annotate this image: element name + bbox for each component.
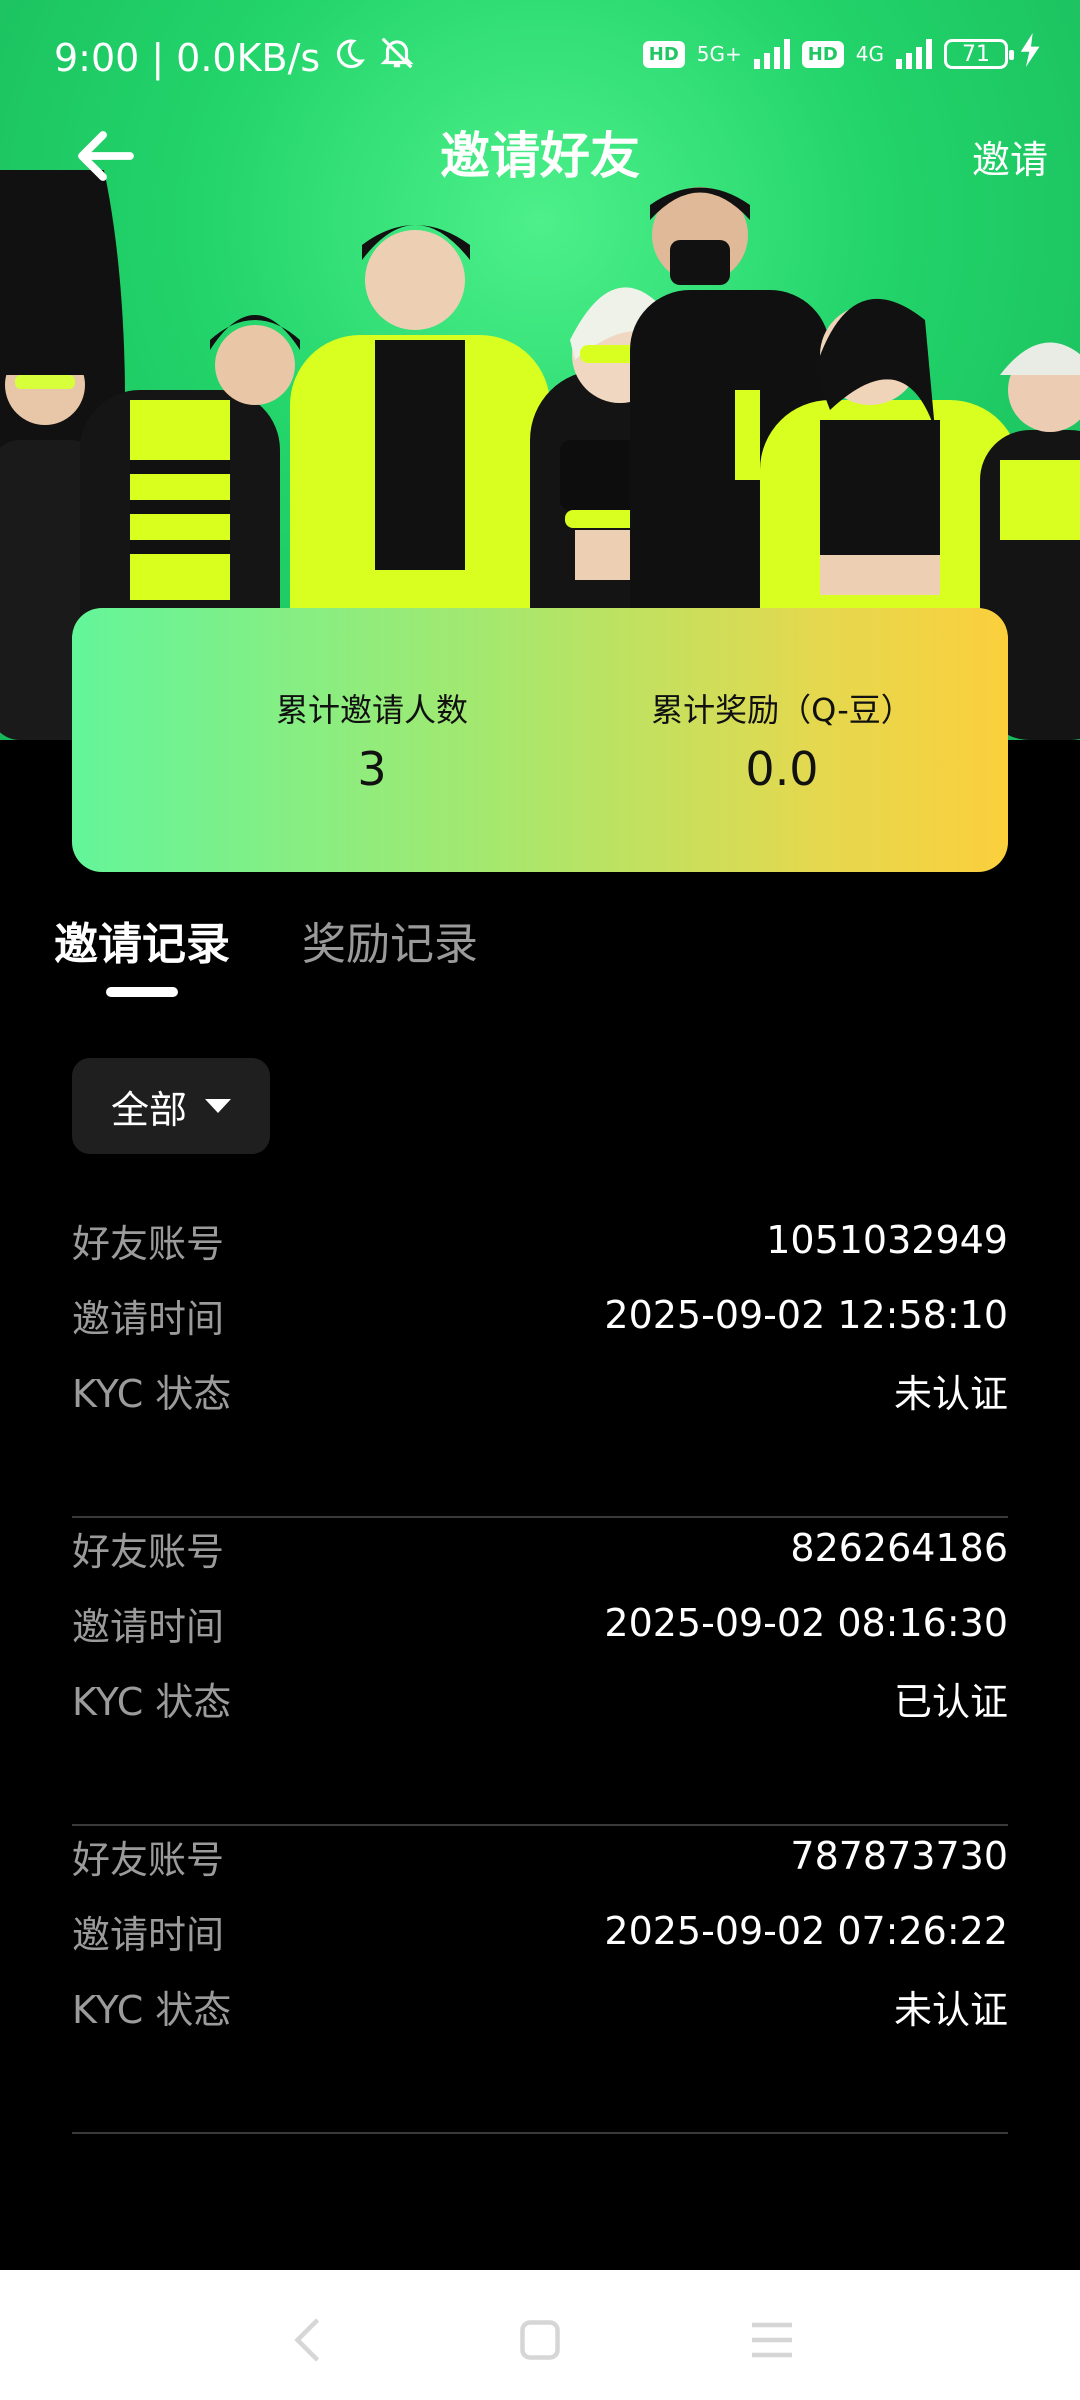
record-time-row: 邀请时间 2025-09-02 08:16:30 (72, 1593, 1008, 1653)
filter-dropdown[interactable]: 全部 (72, 1058, 270, 1154)
caret-down-icon (205, 1099, 231, 1113)
reward-value: 0.0 (745, 742, 819, 796)
account-value: 826264186 (790, 1526, 1008, 1570)
moon-icon (332, 36, 366, 80)
status-left: 9:00 | 0.0KB/s (54, 34, 416, 81)
tab-reward-records[interactable]: 奖励记录 (302, 905, 478, 985)
status-bar: 9:00 | 0.0KB/s HD 5G+ HD 4G 71 (0, 0, 1080, 110)
kyc-label: KYC 状态 (72, 1679, 232, 1724)
nav-home-button[interactable] (510, 2310, 570, 2370)
account-label: 好友账号 (72, 1529, 225, 1574)
nav-back-button[interactable] (280, 2310, 340, 2370)
account-label: 好友账号 (72, 1221, 225, 1266)
record-time-row: 邀请时间 2025-09-02 07:26:22 (72, 1901, 1008, 1961)
kyc-value: 未认证 (893, 1371, 1008, 1416)
title-bar: 邀请好友 邀请 (0, 110, 1080, 210)
invited-count-label: 累计邀请人数 (275, 691, 468, 729)
network-type-4g: 4G (855, 42, 884, 66)
time-value: 2025-09-02 07:26:22 (604, 1909, 1008, 1953)
signal-bars-icon-2 (896, 39, 932, 69)
record-item: 好友账号 787873730 邀请时间 2025-09-02 07:26:22 … (72, 1826, 1008, 2134)
signal-bars-icon (753, 39, 790, 69)
system-navigation-bar (0, 2270, 1080, 2400)
chevron-left-icon (294, 2318, 320, 2362)
bell-off-icon (378, 34, 416, 81)
invited-count-value: 3 (357, 742, 387, 796)
kyc-label: KYC 状态 (72, 1987, 232, 2032)
invited-count-stat: 累计邀请人数 3 (222, 688, 522, 796)
tab-invite-records[interactable]: 邀请记录 (54, 905, 230, 985)
active-tab-indicator (106, 987, 178, 997)
tab-bar: 邀请记录 奖励记录 (0, 905, 1080, 1005)
invite-button[interactable]: 邀请 (972, 124, 1048, 196)
reward-label: 累计奖励（Q-豆） (651, 691, 913, 729)
stats-card: 累计邀请人数 3 累计奖励（Q-豆） 0.0 (72, 608, 1008, 872)
record-kyc-row: KYC 状态 未认证 (72, 1360, 1008, 1420)
record-kyc-row: KYC 状态 已认证 (72, 1668, 1008, 1728)
menu-lines-icon (752, 2322, 792, 2358)
account-value: 1051032949 (766, 1218, 1008, 1262)
time-label: 邀请时间 (72, 1604, 225, 1649)
time-value: 2025-09-02 08:16:30 (604, 1601, 1008, 1645)
page-title: 邀请好友 (440, 127, 640, 185)
status-time: 9:00 (54, 35, 140, 80)
network-type-5g: 5G+ (696, 42, 742, 66)
record-account-row: 好友账号 787873730 (72, 1826, 1008, 1886)
kyc-label: KYC 状态 (72, 1371, 232, 1416)
kyc-value: 未认证 (893, 1987, 1008, 2032)
kyc-value: 已认证 (893, 1679, 1008, 1724)
account-label: 好友账号 (72, 1837, 225, 1882)
time-value: 2025-09-02 12:58:10 (604, 1293, 1008, 1337)
reward-stat: 累计奖励（Q-豆） 0.0 (612, 688, 952, 796)
record-item: 好友账号 1051032949 邀请时间 2025-09-02 12:58:10… (72, 1210, 1008, 1518)
invite-records-list: 好友账号 1051032949 邀请时间 2025-09-02 12:58:10… (72, 1210, 1008, 2134)
filter-selected-label: 全部 (110, 1087, 187, 1132)
status-divider: | (151, 35, 165, 80)
record-item: 好友账号 826264186 邀请时间 2025-09-02 08:16:30 … (72, 1518, 1008, 1826)
record-time-row: 邀请时间 2025-09-02 12:58:10 (72, 1285, 1008, 1345)
charging-icon (1020, 32, 1042, 76)
record-account-row: 好友账号 1051032949 (72, 1210, 1008, 1270)
network-speed: 0.0KB/s (176, 35, 321, 80)
time-label: 邀请时间 (72, 1296, 225, 1341)
record-account-row: 好友账号 826264186 (72, 1518, 1008, 1578)
record-kyc-row: KYC 状态 未认证 (72, 1976, 1008, 2036)
nav-menu-button[interactable] (742, 2310, 802, 2370)
hd-badge: HD (642, 40, 685, 68)
battery-icon: 71 (944, 39, 1014, 69)
hd-badge-2: HD (801, 40, 844, 68)
account-value: 787873730 (790, 1834, 1008, 1878)
status-right: HD 5G+ HD 4G 71 (642, 32, 1042, 76)
square-icon (520, 2320, 560, 2360)
time-label: 邀请时间 (72, 1912, 225, 1957)
